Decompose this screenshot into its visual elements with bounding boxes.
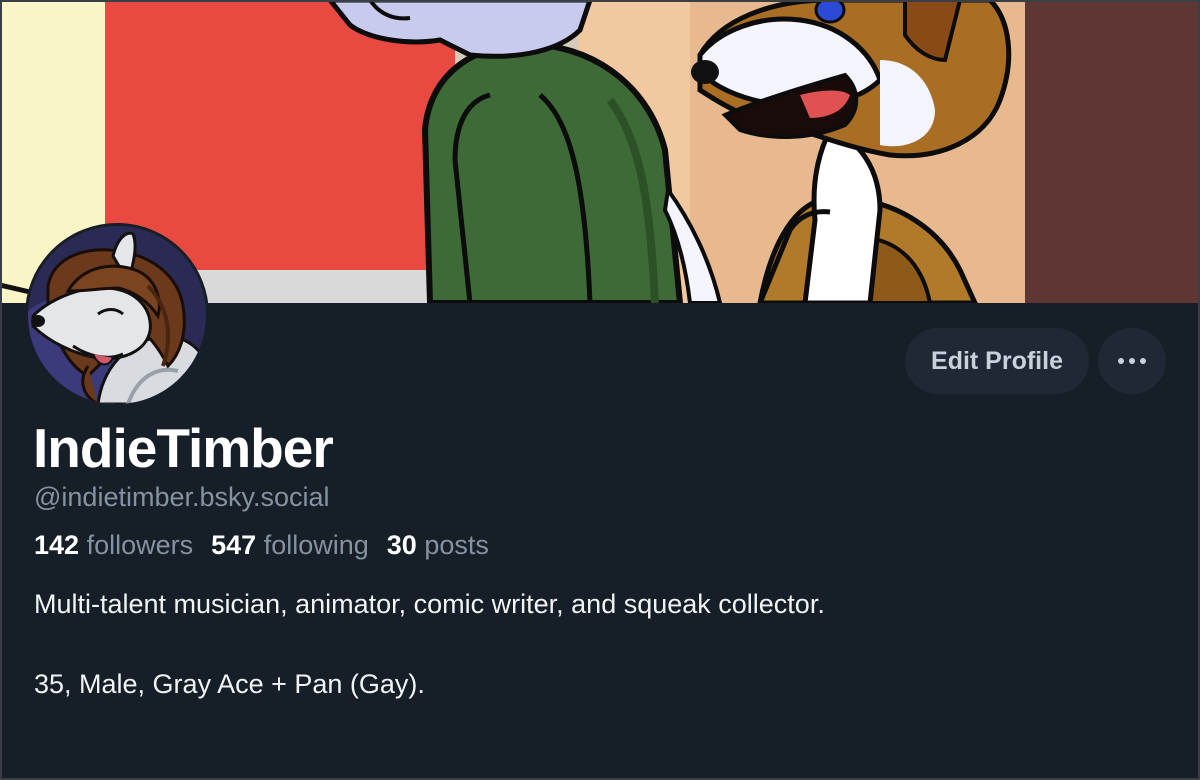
following-count: 547: [211, 530, 257, 560]
profile-page: Edit Profile IndieTimber @indietimber.bs…: [0, 0, 1200, 780]
followers-count: 142: [34, 530, 80, 560]
profile-display-name: IndieTimber: [33, 417, 334, 479]
posts-count: 30: [386, 530, 417, 560]
ellipsis-icon: [1140, 358, 1146, 364]
avatar-illustration: [28, 226, 206, 404]
posts-stat: 30 posts: [387, 528, 489, 562]
edit-profile-button[interactable]: Edit Profile: [905, 328, 1089, 394]
more-options-button[interactable]: [1098, 328, 1166, 394]
profile-stats: 142 followers 547 following 30 posts: [34, 528, 489, 562]
profile-handle[interactable]: @indietimber.bsky.social: [34, 480, 330, 514]
followers-label: followers: [86, 530, 194, 560]
following-label: following: [263, 530, 369, 560]
profile-bio-line: 35, Male, Gray Ace + Pan (Gay).: [34, 669, 425, 699]
ellipsis-icon: [1129, 358, 1135, 364]
posts-label: posts: [424, 530, 489, 560]
following-stat[interactable]: 547 following: [211, 528, 369, 562]
followers-stat[interactable]: 142 followers: [34, 528, 193, 562]
ellipsis-icon: [1118, 358, 1124, 364]
profile-bio-line: Multi-talent musician, animator, comic w…: [34, 589, 825, 619]
profile-avatar[interactable]: [25, 223, 209, 407]
